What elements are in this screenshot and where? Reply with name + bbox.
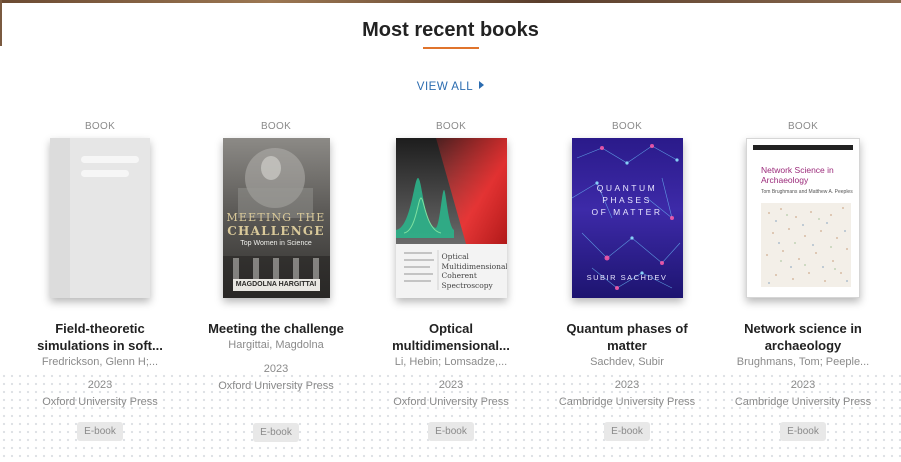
view-all-link[interactable]: VIEW ALL	[0, 81, 901, 93]
cover-image: QUANTUM PHASES OF MATTER SUBIR SACHDEV	[571, 138, 683, 298]
book-title[interactable]: Field-theoretic simulations in soft...	[12, 320, 188, 354]
format-badge: E-book	[604, 422, 650, 441]
book-title[interactable]: Meeting the challenge	[188, 320, 364, 337]
book-card[interactable]: BOOK Network Science in Archaeology Tom B…	[715, 121, 891, 441]
section-title: Most recent books	[362, 19, 539, 41]
item-type-label: BOOK	[84, 121, 116, 132]
book-publisher: Cambridge University Press	[558, 396, 696, 408]
book-card[interactable]: BOOK QUANTUM PHASES OF MATTER SUBIR SACH…	[539, 121, 715, 441]
book-card[interactable]: BOOK Field-theoretic simulations in soft.…	[12, 121, 188, 441]
book-publisher: Oxford University Press	[42, 396, 158, 408]
book-year: 2023	[263, 363, 289, 375]
book-title[interactable]: Quantum phases of matter	[539, 320, 715, 354]
book-cover[interactable]: Optical Multidimensional Coherent Spectrosc…	[395, 138, 507, 298]
book-cover[interactable]: MEETING THE CHALLENGE Top Women in Scien…	[222, 138, 330, 298]
header-image-strip	[0, 0, 901, 3]
format-badge: E-book	[253, 423, 299, 442]
placeholder-cover	[50, 138, 150, 298]
book-card[interactable]: BOOK Optical Multidimensional Coherent S…	[363, 121, 539, 441]
book-title[interactable]: Optical multidimensional...	[363, 320, 539, 354]
book-year: 2023	[614, 379, 640, 391]
cover-image: MEETING THE CHALLENGE Top Women in Scien…	[222, 138, 330, 298]
item-type-label: BOOK	[611, 121, 643, 132]
format-badge: E-book	[77, 422, 123, 441]
format-badge: E-book	[780, 422, 826, 441]
title-underline	[423, 47, 479, 49]
item-type-label: BOOK	[260, 121, 292, 132]
book-authors: Sachdev, Subir	[590, 356, 664, 368]
book-title[interactable]: Network science in archaeology	[715, 320, 891, 354]
book-authors: Brughmans, Tom; Peeple...	[736, 356, 870, 368]
book-year: 2023	[87, 379, 113, 391]
view-all-label: VIEW ALL	[416, 81, 474, 93]
book-year: 2023	[438, 379, 464, 391]
book-authors: Li, Hebin; Lomsadze,...	[394, 356, 508, 368]
book-authors: Fredrickson, Glenn H;...	[41, 356, 159, 368]
cover-image: Network Science in Archaeology Tom Brughm…	[746, 138, 860, 298]
cover-image: Optical Multidimensional Coherent Spectrosc…	[395, 138, 507, 298]
caret-right-icon	[479, 81, 485, 89]
book-card[interactable]: BOOK MEETING THE CHALLENGE Top Women in …	[188, 121, 364, 442]
book-publisher: Oxford University Press	[218, 380, 334, 392]
item-type-label: BOOK	[435, 121, 467, 132]
item-type-label: BOOK	[787, 121, 819, 132]
book-cover[interactable]: Network Science in Archaeology Tom Brughm…	[746, 138, 860, 298]
book-authors: Hargittai, Magdolna	[228, 339, 324, 351]
book-publisher: Cambridge University Press	[734, 396, 872, 408]
book-year: 2023	[790, 379, 816, 391]
book-publisher: Oxford University Press	[393, 396, 509, 408]
book-cover[interactable]	[50, 138, 150, 298]
format-badge: E-book	[428, 422, 474, 441]
book-cover[interactable]: QUANTUM PHASES OF MATTER SUBIR SACHDEV	[571, 138, 683, 298]
